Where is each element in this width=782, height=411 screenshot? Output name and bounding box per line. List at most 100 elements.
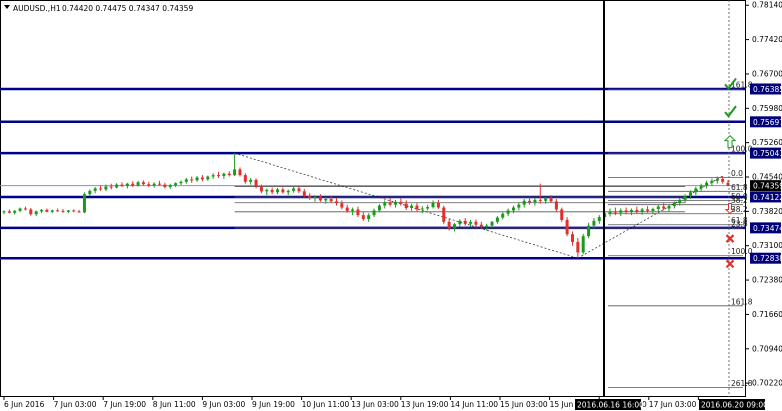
candle-body (40, 209, 44, 212)
candle-body (190, 179, 194, 181)
candle-body (45, 209, 49, 212)
candle-body (528, 200, 532, 203)
ohlc-readout: 0.74420 0.74475 0.74347 0.74359 (62, 4, 193, 13)
time-tick-label: 17 Jun 03:00 (649, 400, 697, 409)
candle-body (259, 186, 263, 192)
candle-body (265, 189, 269, 192)
price-tick-label: 0.78140 (752, 1, 782, 10)
candle-body (667, 206, 671, 209)
candle (565, 217, 569, 237)
time-tick-label: 9 Jun 03:00 (202, 400, 245, 409)
candle-body (554, 201, 558, 210)
candle-body (576, 241, 580, 253)
candle-body (463, 220, 467, 224)
candle-body (254, 179, 258, 187)
candle-body (485, 225, 489, 227)
fib-level-label: 161.8 (731, 297, 753, 306)
candle-body (227, 173, 231, 176)
candle-body (447, 221, 451, 229)
candle-body (179, 181, 183, 184)
candle-body (270, 189, 274, 193)
candle-body (549, 198, 553, 202)
candle-body (297, 188, 301, 192)
time-tick-label: 10 Jun 11:00 (302, 400, 350, 409)
price-tick-label: 0.70940 (752, 344, 782, 353)
candle-body (624, 210, 628, 212)
candle-body (490, 221, 494, 226)
candle-body (721, 178, 725, 182)
candle-body (479, 224, 483, 227)
price-tick-label: 0.75980 (752, 104, 782, 113)
candle-body (163, 184, 167, 188)
candle-body (324, 198, 328, 201)
candle-body (243, 175, 247, 182)
candle-body (292, 188, 296, 191)
candle-body (56, 210, 60, 212)
candle-body (206, 176, 210, 180)
candle-body (367, 215, 371, 219)
candle-body (351, 209, 355, 211)
candle-body (635, 209, 639, 212)
fib-level-label: 261.8 (731, 379, 753, 388)
time-tick-label: 6 Jun 2016 (4, 400, 45, 409)
candle-body (329, 198, 333, 202)
candle-body (517, 204, 521, 208)
candle-body (495, 217, 499, 222)
candle-body (426, 207, 430, 209)
time-tick-label: 13 Jun 19:00 (401, 400, 449, 409)
candle-body (115, 184, 119, 188)
candle-body (383, 202, 387, 206)
fib-level-label: 38.2 (731, 196, 748, 205)
level-price-label: 0.76385 (753, 85, 782, 94)
time-tick-label: 15 Jun 03:00 (500, 400, 548, 409)
candle-body (688, 192, 692, 197)
candle-body (72, 210, 76, 212)
candle-body (501, 213, 505, 218)
candle-body (372, 210, 376, 216)
candle-body (158, 183, 162, 185)
candle-body (715, 178, 719, 181)
candle-body (533, 199, 537, 203)
time-tick-label: 7 Jun 03:00 (54, 400, 97, 409)
price-tick-label: 0.71660 (752, 310, 782, 319)
candle-body (93, 188, 97, 191)
candle-body (335, 201, 339, 204)
price-tick-label: 0.75260 (752, 138, 782, 147)
candle-body (683, 196, 687, 200)
candle-body (2, 211, 6, 213)
price-tick-label: 0.72380 (752, 276, 782, 285)
candle-body (613, 211, 617, 213)
candle-body (13, 210, 17, 213)
candle-body (99, 188, 103, 190)
candle-body (587, 225, 591, 237)
time-axis: 6 Jun 2016 7 Jun 03:00 7 Jun 19:00 8 Jun 11… (3, 397, 768, 410)
current-price-label: 0.74359 (753, 182, 782, 191)
candle-body (29, 209, 33, 215)
candle-body (200, 177, 204, 180)
candle-body (7, 211, 11, 213)
candle-body (511, 207, 515, 211)
candle-body (276, 189, 280, 193)
candle-body (672, 202, 676, 207)
candle-body (82, 194, 86, 213)
candle-body (619, 210, 623, 213)
candle-body (136, 182, 140, 186)
candle-body (705, 182, 709, 186)
candle-body (238, 169, 242, 176)
candle-body (651, 208, 655, 211)
candle-body (662, 206, 666, 209)
candle-body (560, 209, 564, 220)
candle-body (388, 202, 392, 205)
candle-body (23, 208, 27, 210)
candle-body (168, 185, 172, 188)
plot-frame (0, 0, 746, 397)
price-chart[interactable]: 161.8100.00.061.850.038.238.261.823.6100… (0, 0, 782, 411)
level-price-label: 0.75041 (753, 149, 782, 158)
candle-body (538, 199, 542, 201)
candle-body (415, 205, 419, 210)
crosshair-time-label-1: 2016.06.16 16:00 (577, 401, 644, 410)
candle-body (608, 211, 612, 214)
candle-body (404, 203, 408, 209)
time-tick-label: 13 Jun 03:00 (351, 400, 399, 409)
candle-body (597, 217, 601, 221)
